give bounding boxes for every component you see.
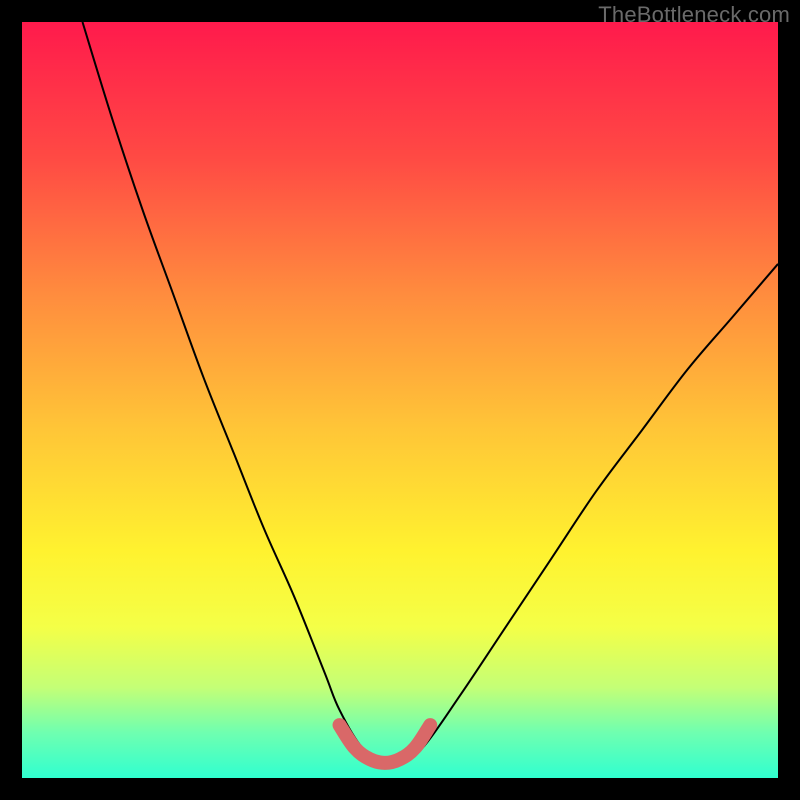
- optimal-range-highlight-path: [340, 725, 431, 763]
- chart-frame: TheBottleneck.com: [0, 0, 800, 800]
- bottleneck-curve-path: [82, 22, 778, 765]
- chart-plot-area: [22, 22, 778, 778]
- chart-svg: [22, 22, 778, 778]
